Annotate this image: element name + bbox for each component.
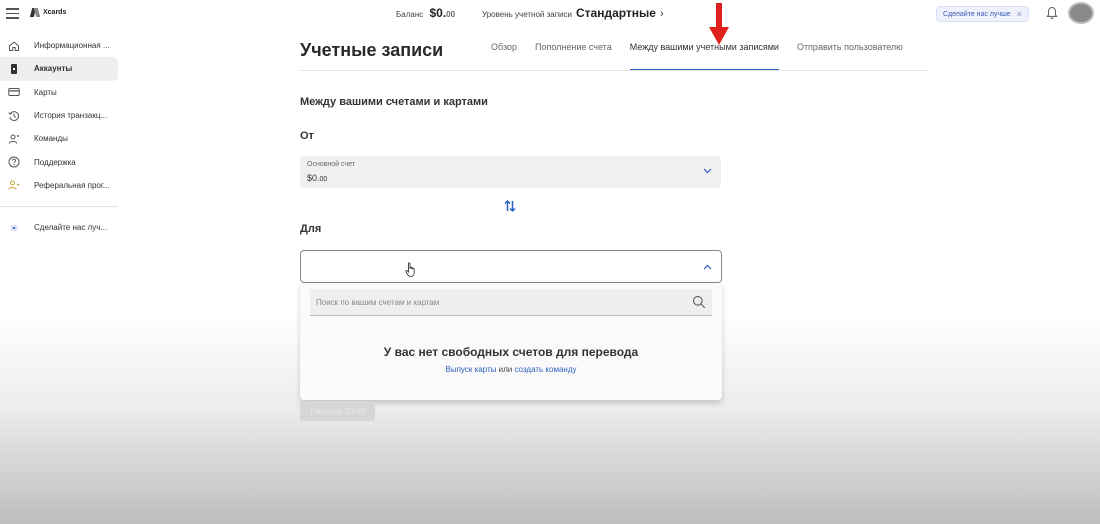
tab-send-to-user[interactable]: Отправить пользователю: [797, 42, 903, 72]
search-icon[interactable]: [692, 295, 706, 309]
transfer-button[interactable]: Перевод $0.00: [300, 401, 375, 421]
bell-icon[interactable]: [1046, 6, 1058, 20]
sidebar-item-teams[interactable]: Команды: [0, 127, 118, 150]
card-icon: [8, 88, 20, 97]
page-title: Учетные записи: [300, 40, 444, 60]
menu-icon[interactable]: [6, 8, 19, 19]
or-text: или: [498, 365, 513, 374]
chevron-right-icon: ›: [659, 8, 664, 20]
empty-state-message: У вас нет свободных счетов для перевода: [383, 345, 639, 359]
hand-cursor-icon: [405, 262, 415, 277]
sidebar-item-label: Карты: [34, 87, 57, 97]
sidebar-item-label: Поддержка: [34, 157, 76, 167]
create-team-link[interactable]: создать команду: [514, 365, 576, 374]
from-account-select[interactable]: Основной счет $0.00: [300, 156, 721, 188]
to-label: Для: [300, 223, 322, 235]
from-select-caption: Основной счет: [307, 161, 355, 168]
swap-icon[interactable]: [502, 198, 518, 214]
tab-bar: Обзор Пополнение счета Между вашими учет…: [491, 42, 921, 72]
section-title: Между вашими счетами и картами: [300, 96, 488, 108]
sidebar-item-history[interactable]: История транзакц...: [0, 104, 118, 127]
empty-state-links: Выпуск карты или создать команду: [300, 365, 722, 374]
account-search: [310, 289, 712, 316]
balance-amount: $0.00: [429, 6, 456, 20]
from-label: От: [300, 130, 314, 142]
help-icon: [8, 156, 20, 168]
balance: Баланс $0.00: [396, 6, 455, 20]
logo[interactable]: Xcards: [31, 7, 66, 18]
to-account-select[interactable]: [300, 250, 722, 283]
annotation-arrow-icon: [709, 3, 729, 45]
top-bar: Xcards Баланс $0.00 Уровень учетной запи…: [0, 0, 1100, 28]
sidebar: Информационная ... Аккаунты Карты Истори…: [0, 34, 118, 239]
sidebar-item-accounts[interactable]: Аккаунты: [0, 57, 118, 81]
search-input[interactable]: [310, 289, 680, 315]
account-level-label: Уровень учетной записи: [482, 10, 572, 19]
sidebar-item-dashboard[interactable]: Информационная ...: [0, 34, 118, 57]
balance-label: Баланс: [396, 10, 424, 19]
sidebar-item-support[interactable]: Поддержка: [0, 150, 118, 173]
account-level-value: Стандартные: [576, 6, 656, 20]
sidebar-item-label: Аккаунты: [34, 64, 73, 74]
team-icon: [8, 134, 19, 144]
wallet-icon: [11, 63, 17, 74]
account-level-link[interactable]: Уровень учетной записи Стандартные ›: [482, 6, 664, 20]
tab-overview[interactable]: Обзор: [491, 42, 517, 72]
logo-icon: [31, 7, 40, 18]
sidebar-item-label: Сделайте нас луч...: [34, 223, 108, 233]
chevron-down-icon: [703, 168, 712, 174]
referral-icon: [8, 180, 20, 191]
tab-between-accounts[interactable]: Между вашими учетными записями: [629, 42, 780, 72]
sidebar-item-feedback[interactable]: Сделайте нас луч...: [0, 216, 118, 239]
history-icon: [8, 110, 19, 121]
issue-card-link[interactable]: Выпуск карты: [446, 365, 497, 374]
account-dropdown: У вас нет свободных счетов для перевода …: [300, 283, 722, 400]
sidebar-item-label: Реферальная прог...: [34, 180, 110, 190]
tabs-divider: [300, 70, 929, 71]
logo-text: Xcards: [43, 9, 67, 16]
sidebar-item-label: Команды: [34, 134, 68, 144]
sidebar-item-label: Информационная ...: [34, 41, 110, 51]
avatar[interactable]: [1068, 2, 1094, 24]
sidebar-item-label: История транзакц...: [34, 111, 108, 121]
feedback-chip[interactable]: Сделайте нас лучше ×: [936, 6, 1029, 22]
close-icon[interactable]: ×: [1017, 9, 1022, 19]
home-icon: [9, 40, 19, 51]
sidebar-item-cards[interactable]: Карты: [0, 81, 118, 104]
tab-top-up[interactable]: Пополнение счета: [535, 42, 612, 72]
feedback-icon: [10, 224, 18, 231]
sidebar-item-referral[interactable]: Реферальная прог...: [0, 174, 118, 197]
sidebar-divider: [0, 206, 118, 208]
chevron-up-icon: [703, 264, 712, 270]
from-select-value: $0.00: [307, 173, 328, 183]
feedback-chip-label: Сделайте нас лучше: [943, 10, 1011, 18]
